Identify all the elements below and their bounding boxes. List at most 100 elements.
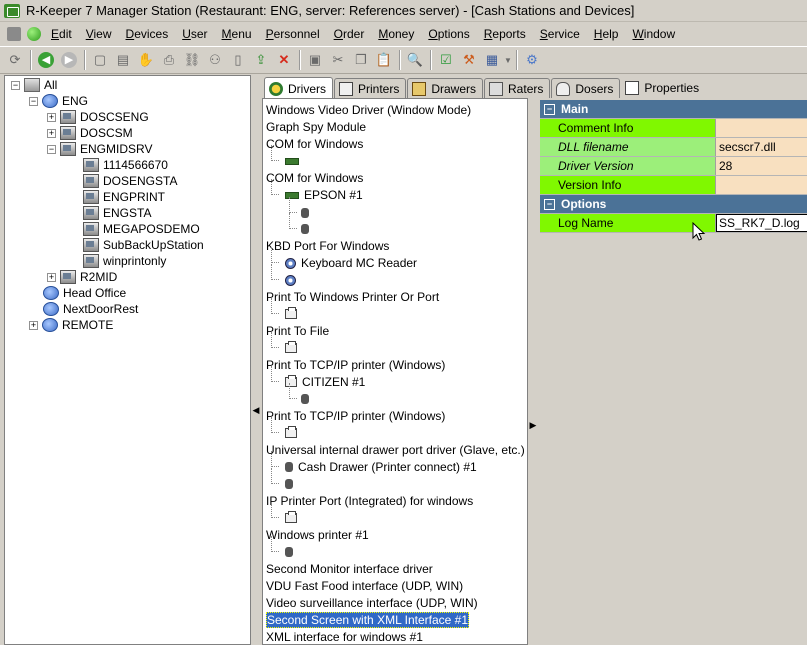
property-row[interactable]: Log Name SS_RK7_D.log — [540, 214, 807, 233]
tree-item-station[interactable]: DOSENGSTA — [83, 173, 177, 189]
driver-item[interactable]: COM for Windows — [266, 170, 363, 186]
search-icon[interactable]: 🔍 — [404, 49, 426, 71]
property-row[interactable]: Version Info — [540, 176, 807, 195]
station-tree[interactable]: − All − ENG + DOSCSENG + DOSCSM − ENGMID… — [4, 75, 251, 645]
property-value[interactable] — [716, 176, 807, 194]
menu-service[interactable]: Service — [533, 24, 587, 44]
collapse-icon[interactable]: − — [29, 96, 38, 106]
menu-edit[interactable]: Edit — [44, 24, 79, 44]
driver-item[interactable]: IP Printer Port (Integrated) for windows — [266, 493, 473, 509]
copy-icon[interactable]: ❐ — [350, 49, 372, 71]
device-item[interactable]: CITIZEN #1 — [285, 374, 365, 390]
driver-item[interactable]: Print To TCP/IP printer (Windows) — [266, 408, 445, 424]
log-name-input[interactable]: SS_RK7_D.log — [716, 214, 807, 232]
device-node[interactable] — [301, 221, 314, 237]
property-value[interactable]: 28 — [716, 157, 807, 175]
tree-item-remote[interactable]: + REMOTE — [29, 317, 113, 333]
menu-reports[interactable]: Reports — [477, 24, 533, 44]
device-item[interactable]: Keyboard MC Reader — [285, 255, 417, 271]
new-icon[interactable]: ▢ — [89, 49, 111, 71]
collapse-icon[interactable]: − — [11, 80, 20, 90]
expand-icon[interactable]: + — [47, 112, 56, 122]
device-node[interactable] — [285, 340, 302, 356]
menu-view[interactable]: View — [79, 24, 119, 44]
property-value[interactable] — [716, 119, 807, 137]
device-node[interactable] — [285, 306, 302, 322]
tree-item-station[interactable]: 1114566670 — [83, 157, 168, 173]
menu-user[interactable]: User — [175, 24, 214, 44]
device-node[interactable] — [285, 510, 302, 526]
save-icon[interactable]: ▣ — [304, 49, 326, 71]
grid-icon[interactable]: ▦ — [481, 49, 503, 71]
device-item[interactable]: Cash Drawer (Printer connect) #1 — [285, 459, 477, 475]
tree-item-head-office[interactable]: Head Office — [43, 285, 126, 301]
driver-item[interactable]: Graph Spy Module — [266, 119, 366, 135]
new-folder-icon[interactable]: ▤ — [112, 49, 134, 71]
driver-item[interactable]: XML interface for windows #1 — [266, 629, 423, 644]
settings-icon[interactable]: ⚙ — [521, 49, 543, 71]
driver-item[interactable]: Windows printer #1 — [266, 527, 369, 543]
menu-menu[interactable]: Menu — [215, 24, 259, 44]
tree-item-station[interactable]: + R2MID — [47, 269, 117, 285]
tree-item-next-door[interactable]: NextDoorRest — [43, 301, 138, 317]
properties-grid[interactable]: − Main Comment Info DLL filename secscr7… — [538, 98, 807, 645]
menu-help[interactable]: Help — [587, 24, 626, 44]
left-splitter[interactable]: ◀ — [252, 75, 260, 645]
tree-item-station[interactable]: ENGSTA — [83, 205, 151, 221]
driver-item[interactable]: Print To TCP/IP printer (Windows) — [266, 357, 445, 373]
check-icon[interactable]: ☑ — [435, 49, 457, 71]
tree-item-eng[interactable]: − ENG — [29, 93, 88, 109]
property-row[interactable]: DLL filename secscr7.dll — [540, 138, 807, 157]
tree-item-station[interactable]: + DOSCSM — [47, 125, 133, 141]
paste-icon[interactable]: 📋 — [373, 49, 395, 71]
cut-icon[interactable]: ✂ — [327, 49, 349, 71]
tree-item-all[interactable]: − All — [11, 77, 57, 93]
menu-personnel[interactable]: Personnel — [259, 24, 327, 44]
drivers-list[interactable]: Windows Video Driver (Window Mode) Graph … — [262, 98, 528, 645]
print-icon[interactable]: ⎙ — [158, 49, 180, 71]
driver-item-selected[interactable]: Second Screen with XML Interface #1 — [266, 612, 469, 628]
device-node[interactable] — [285, 153, 304, 169]
document-icon[interactable]: ▯ — [227, 49, 249, 71]
menu-devices[interactable]: Devices — [119, 24, 176, 44]
menu-money[interactable]: Money — [371, 24, 421, 44]
menu-order[interactable]: Order — [327, 24, 372, 44]
driver-item[interactable]: COM for Windows — [266, 136, 363, 152]
expand-icon[interactable]: + — [29, 320, 38, 330]
driver-item[interactable]: Universal internal drawer port driver (G… — [266, 442, 525, 458]
device-node[interactable] — [301, 391, 314, 407]
device-node[interactable] — [285, 272, 301, 288]
tab-properties[interactable]: Properties — [621, 78, 705, 98]
forward-icon[interactable]: ▶ — [58, 49, 80, 71]
menu-window[interactable]: Window — [625, 24, 682, 44]
property-row[interactable]: Driver Version 28 — [540, 157, 807, 176]
link-icon[interactable]: ⛓ — [181, 49, 203, 71]
hand-icon[interactable]: ✋ — [135, 49, 157, 71]
driver-item[interactable]: Second Monitor interface driver — [266, 561, 433, 577]
right-splitter[interactable]: ▶ — [529, 75, 537, 645]
driver-item[interactable]: Print To Windows Printer Or Port — [266, 289, 439, 305]
tree-item-station[interactable]: MEGAPOSDEMO — [83, 221, 200, 237]
section-options[interactable]: − Options — [540, 195, 807, 214]
tab-drawers[interactable]: Drawers — [407, 78, 484, 98]
tree-item-station[interactable]: + DOSCSENG — [47, 109, 149, 125]
device-node[interactable] — [285, 476, 298, 492]
tab-drivers[interactable]: Drivers — [264, 77, 333, 99]
tree-item-station[interactable]: SubBackUpStation — [83, 237, 204, 253]
driver-item[interactable]: Windows Video Driver (Window Mode) — [266, 102, 471, 118]
collapse-icon[interactable]: − — [47, 144, 56, 154]
tree-item-station[interactable]: ENGPRINT — [83, 189, 165, 205]
delete-icon[interactable]: ✕ — [273, 49, 295, 71]
tab-dosers[interactable]: Dosers — [551, 78, 621, 98]
refresh-icon[interactable]: ⟳ — [4, 49, 26, 71]
menu-options[interactable]: Options — [421, 24, 476, 44]
dropdown-arrow-icon[interactable]: ▼ — [504, 49, 512, 71]
back-icon[interactable]: ◀ — [35, 49, 57, 71]
tools-icon[interactable]: ⚒ — [458, 49, 480, 71]
device-node[interactable] — [285, 425, 302, 441]
tab-raters[interactable]: Raters — [484, 78, 551, 98]
link2-icon[interactable]: ⚇ — [204, 49, 226, 71]
driver-item[interactable]: KBD Port For Windows — [266, 238, 389, 254]
tree-item-station[interactable]: − ENGMIDSRV — [47, 141, 152, 157]
driver-item[interactable]: VDU Fast Food interface (UDP, WIN) — [266, 578, 463, 594]
